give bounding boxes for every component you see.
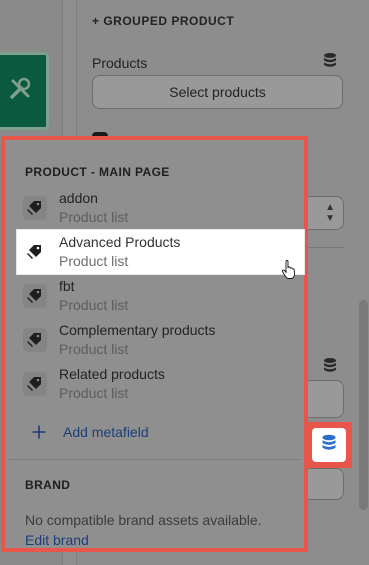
source-item-type: Product list [59, 385, 129, 401]
source-item-advanced-products[interactable]: Advanced Products Product list [17, 230, 304, 274]
database-icon[interactable] [322, 52, 338, 73]
section-title-brand: BRAND [25, 478, 71, 492]
source-item-addon[interactable]: addon Product list [19, 186, 280, 230]
add-metafield-label: Add metafield [63, 424, 149, 440]
highlight-frame [306, 422, 352, 468]
source-item-related-products[interactable]: Related products Product list [19, 362, 280, 406]
product-tag-icon [23, 196, 47, 220]
scrollbar[interactable] [359, 300, 368, 510]
highlight-frame: PRODUCT - MAIN PAGE addon Product list A… [1, 136, 308, 552]
product-tag-icon [23, 240, 47, 264]
product-tag-icon [23, 328, 47, 352]
grouped-product-heading: + GROUPED PRODUCT [92, 14, 235, 28]
divider [9, 459, 300, 460]
app-tile[interactable] [0, 52, 49, 130]
source-item-name: fbt [59, 278, 75, 294]
select-arrows-icon: ▲ ▼ [325, 202, 335, 224]
database-icon [321, 434, 337, 456]
select-products-button[interactable]: Select products [92, 75, 343, 109]
edit-brand-link[interactable]: Edit brand [25, 532, 89, 548]
database-icon[interactable] [322, 357, 338, 378]
product-tag-icon [23, 284, 47, 308]
source-item-fbt[interactable]: fbt Product list [19, 274, 280, 318]
connect-dynamic-source-button[interactable] [312, 428, 346, 462]
source-item-name: Complementary products [59, 322, 216, 338]
wrench-screwdriver-icon [5, 74, 35, 109]
product-tag-icon [23, 372, 47, 396]
source-item-name: addon [59, 190, 98, 206]
products-label: Products [92, 55, 148, 71]
plus-icon [27, 425, 51, 439]
dynamic-source-popover: PRODUCT - MAIN PAGE addon Product list A… [9, 144, 304, 548]
source-item-name: Related products [59, 366, 165, 382]
hand-pointer-icon [281, 260, 297, 285]
brand-empty-message: No compatible brand assets available. Ed… [25, 510, 275, 550]
section-title-product: PRODUCT - MAIN PAGE [25, 165, 170, 179]
source-item-type: Product list [59, 341, 129, 357]
brand-message-text: No compatible brand assets available. [25, 512, 262, 528]
source-item-name: Advanced Products [59, 234, 181, 250]
source-item-type: Product list [59, 297, 129, 313]
source-item-complementary-products[interactable]: Complementary products Product list [19, 318, 280, 362]
source-item-type: Product list [59, 209, 129, 225]
add-metafield-button[interactable]: Add metafield [27, 420, 149, 444]
source-item-type: Product list [59, 253, 129, 269]
